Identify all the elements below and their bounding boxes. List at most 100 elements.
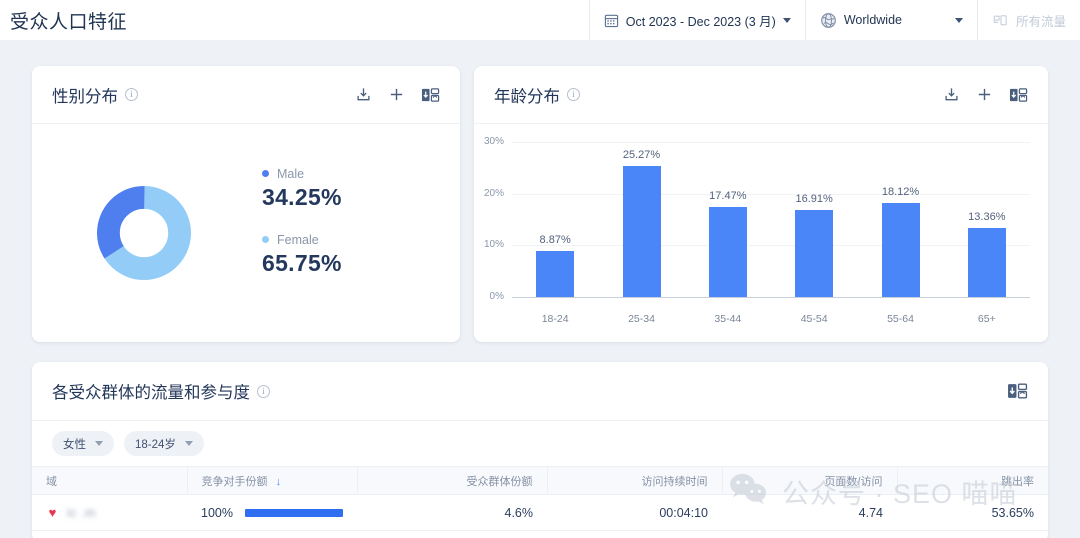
gender-card-actions [355, 86, 440, 104]
pdf-export-icon[interactable] [421, 86, 440, 104]
age-bar-chart: 0% 10% 20% 30% 8.87% 18-24 25.27% 25-34 17.47% 35… [474, 124, 1048, 341]
gridline [512, 193, 1030, 195]
page-root: 受众人口特征 Oct 2023 - Dec 2023 (3 月) Worldwi… [0, 0, 1080, 538]
traffic-label: 所有流量 [1015, 14, 1066, 29]
audience-traffic-table-card: 各受众群体的流量和参与度 i 女性 18-24岁 域 竞争对手份额 ↓ 受众群体… [32, 362, 1048, 538]
gender-card-title: 性别分布 [52, 87, 118, 106]
gender-donut-chart [54, 185, 234, 280]
bar-value-label: 17.47% [709, 189, 747, 202]
age-card-title: 年龄分布 [494, 87, 560, 106]
date-range-selector[interactable]: Oct 2023 - Dec 2023 (3 月) [588, 0, 805, 40]
export-icon[interactable] [943, 86, 960, 103]
pdf-export-icon[interactable] [1009, 86, 1028, 104]
info-icon[interactable]: i [567, 88, 580, 101]
gender-distribution-card: 性别分布 i Male 34.25% Female 65.75% [32, 66, 460, 342]
filter-chip-age-label: 18-24岁 [135, 438, 176, 451]
table-body: ♥ ic .m 100% 4.6% 00:04:10 4.74 53.65% [32, 494, 1048, 531]
filter-chip-gender-label: 女性 [63, 438, 86, 451]
legend-value-female: 65.75% [262, 249, 342, 276]
gender-chart-body: Male 34.25% Female 65.75% [32, 124, 460, 341]
bar-65+[interactable] [967, 227, 1006, 297]
filter-chip-age[interactable]: 18-24岁 [124, 431, 204, 456]
table-card-title: 各受众群体的流量和参与度 [52, 384, 250, 402]
bar-18-24[interactable] [536, 251, 575, 297]
competitor-share-value: 100% [201, 505, 233, 520]
legend-color-female [262, 236, 269, 243]
region-selector[interactable]: Worldwide [804, 0, 977, 40]
age-card-actions [943, 86, 1028, 104]
legend-item-male: Male 34.25% [262, 167, 342, 211]
info-icon[interactable]: i [125, 88, 138, 101]
bar-value-label: 25.27% [622, 149, 661, 162]
cell-audience-share: 4.6% [357, 494, 547, 531]
info-icon[interactable]: i [257, 384, 270, 398]
date-range-label: Oct 2023 - Dec 2023 (3 月) [625, 14, 776, 29]
bar-35-44[interactable] [708, 206, 747, 297]
globe-icon [820, 12, 837, 29]
chevron-down-icon [954, 17, 963, 23]
column-header-bounce-rate[interactable]: 跳出率 [897, 466, 1048, 495]
calendar-icon [604, 13, 619, 28]
column-header-competitor-share[interactable]: 竞争对手份额 ↓ [187, 466, 358, 495]
competitor-share-bar [244, 508, 343, 517]
gridline [512, 142, 1030, 143]
chevron-down-icon [184, 441, 193, 446]
plus-icon[interactable] [976, 86, 993, 103]
axis-baseline [512, 297, 1030, 298]
x-axis-tick-label: 45-54 [800, 313, 828, 325]
pdf-export-icon[interactable] [1007, 381, 1028, 401]
table-card-header: 各受众群体的流量和参与度 i [32, 362, 1048, 420]
table-card-actions [1007, 381, 1028, 401]
legend-value-male: 34.25% [262, 183, 342, 210]
x-axis-tick-label: 25-34 [628, 313, 655, 325]
traffic-selector[interactable]: 所有流量 [976, 0, 1080, 40]
legend-label-male: Male [277, 166, 305, 181]
cell-bounce-rate: 53.65% [897, 494, 1048, 531]
bar-25-34[interactable] [622, 166, 661, 297]
gender-legend: Male 34.25% Female 65.75% [262, 167, 342, 299]
bar-value-label: 18.12% [881, 186, 920, 199]
column-header-audience-share[interactable]: 受众群体份额 [357, 466, 548, 495]
export-icon[interactable] [355, 86, 372, 103]
filter-chip-gender[interactable]: 女性 [52, 431, 114, 456]
legend-color-male [262, 170, 269, 177]
bar-55-64[interactable] [881, 203, 920, 297]
column-header-domain[interactable]: 域 [32, 466, 188, 495]
y-axis-tick-label: 0% [489, 291, 504, 302]
y-axis-tick-label: 30% [483, 136, 504, 147]
legend-item-female: Female 65.75% [262, 233, 342, 277]
x-axis-tick-label: 35-44 [714, 313, 742, 325]
region-label: Worldwide [843, 13, 902, 27]
legend-label-female: Female [277, 232, 319, 247]
top-bar: 受众人口特征 Oct 2023 - Dec 2023 (3 月) Worldwi… [0, 0, 1080, 40]
chevron-down-icon [782, 17, 791, 23]
column-header-competitor-share-label: 竞争对手份额 [201, 475, 268, 488]
x-axis-tick-label: 18-24 [541, 313, 569, 325]
top-bar-controls: Oct 2023 - Dec 2023 (3 月) Worldwide 所有流量 [588, 0, 1080, 40]
column-header-visit-duration[interactable]: 访问持续时间 [547, 466, 723, 495]
chevron-down-icon [95, 441, 103, 446]
bar-value-label: 13.36% [968, 210, 1006, 223]
y-axis-tick-label: 20% [483, 187, 504, 199]
donut-svg [97, 185, 191, 280]
table-row[interactable]: ♥ ic .m 100% 4.6% 00:04:10 4.74 53.65% [32, 494, 1048, 531]
bar-value-label: 8.87% [539, 234, 571, 247]
gender-card-header: 性别分布 i [32, 66, 460, 124]
cell-competitor-share: 100% [187, 494, 357, 531]
page-title: 受众人口特征 [10, 11, 128, 33]
x-axis-tick-label: 65+ [977, 313, 996, 325]
cell-pages-per-visit: 4.74 [722, 494, 897, 531]
cell-domain: ♥ ic .m [32, 494, 187, 531]
table-header-row: 域 竞争对手份额 ↓ 受众群体份额 访问持续时间 页面数/访问 跳出率 [32, 466, 1048, 495]
audience-table: 域 竞争对手份额 ↓ 受众群体份额 访问持续时间 页面数/访问 跳出率 ♥ ic… [32, 466, 1048, 531]
sort-desc-icon: ↓ [275, 475, 282, 488]
bar-45-54[interactable] [795, 209, 834, 297]
cell-visit-duration: 00:04:10 [547, 494, 722, 531]
column-header-pages-per-visit[interactable]: 页面数/访问 [722, 466, 898, 495]
y-axis-tick-label: 10% [483, 239, 504, 251]
bar-value-label: 16.91% [795, 192, 833, 205]
filter-chips: 女性 18-24岁 [32, 420, 1048, 466]
x-axis-tick-label: 55-64 [887, 313, 914, 325]
plus-icon[interactable] [388, 86, 405, 103]
domain-text: ic .m [67, 505, 96, 520]
